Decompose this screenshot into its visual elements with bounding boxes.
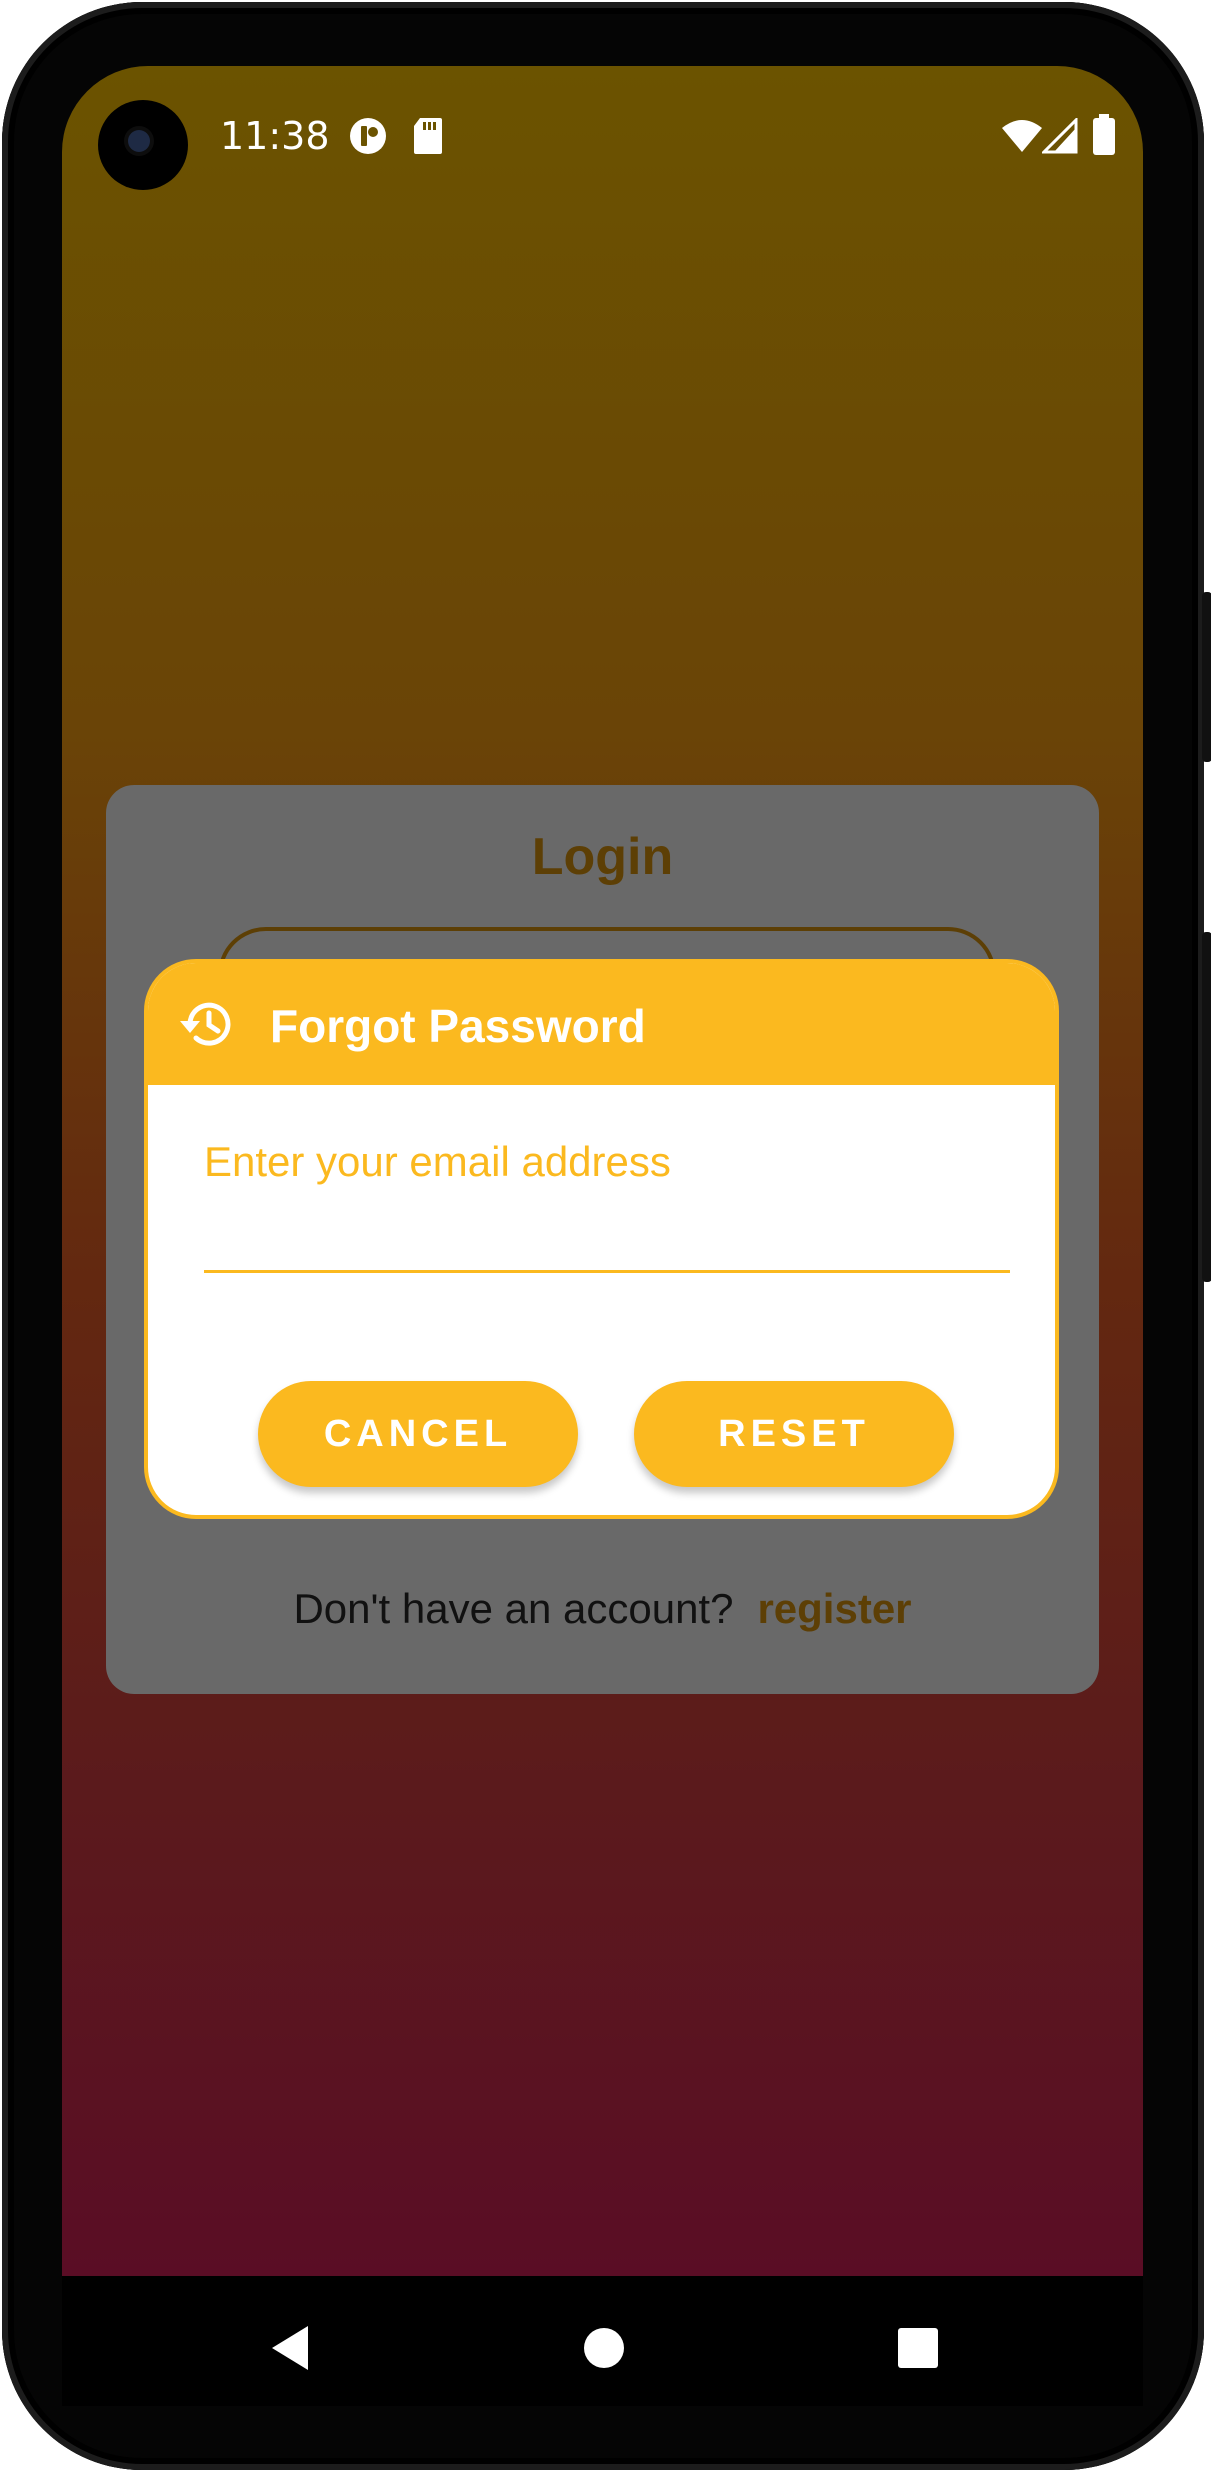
email-input[interactable] [204,1123,1010,1273]
cancel-button[interactable]: CANCEL [258,1381,578,1487]
history-icon [176,993,238,1060]
forgot-password-dialog: Forgot Password CANCEL RESET [144,959,1059,1519]
status-time: 11:38 [220,114,330,158]
volume-rocker [1202,932,1211,1282]
register-prompt: Don't have an account? [293,1585,734,1632]
recents-icon[interactable] [888,2318,948,2378]
screen: 11:38 Login Don't have an account? regis… [62,66,1143,2276]
dialog-title: Forgot Password [270,1000,646,1052]
reset-button[interactable]: RESET [634,1381,954,1487]
dialog-header: Forgot Password [148,963,1055,1085]
navigation-bar [62,2276,1143,2406]
battery-icon [1092,114,1116,161]
wifi-icon [1000,118,1044,159]
front-camera [98,100,188,190]
cell-signal-icon [1040,116,1078,159]
login-title: Login [531,828,674,886]
register-row: Don't have an account? register [106,1585,1099,1633]
home-icon[interactable] [574,2318,634,2378]
status-bar: 11:38 [62,66,1143,206]
sd-card-icon [412,116,444,161]
notification-icon [348,116,388,161]
power-button [1202,592,1211,762]
phone-frame: 11:38 Login Don't have an account? regis… [2,2,1211,2470]
back-icon[interactable] [264,2318,324,2378]
register-link[interactable]: register [757,1585,911,1632]
